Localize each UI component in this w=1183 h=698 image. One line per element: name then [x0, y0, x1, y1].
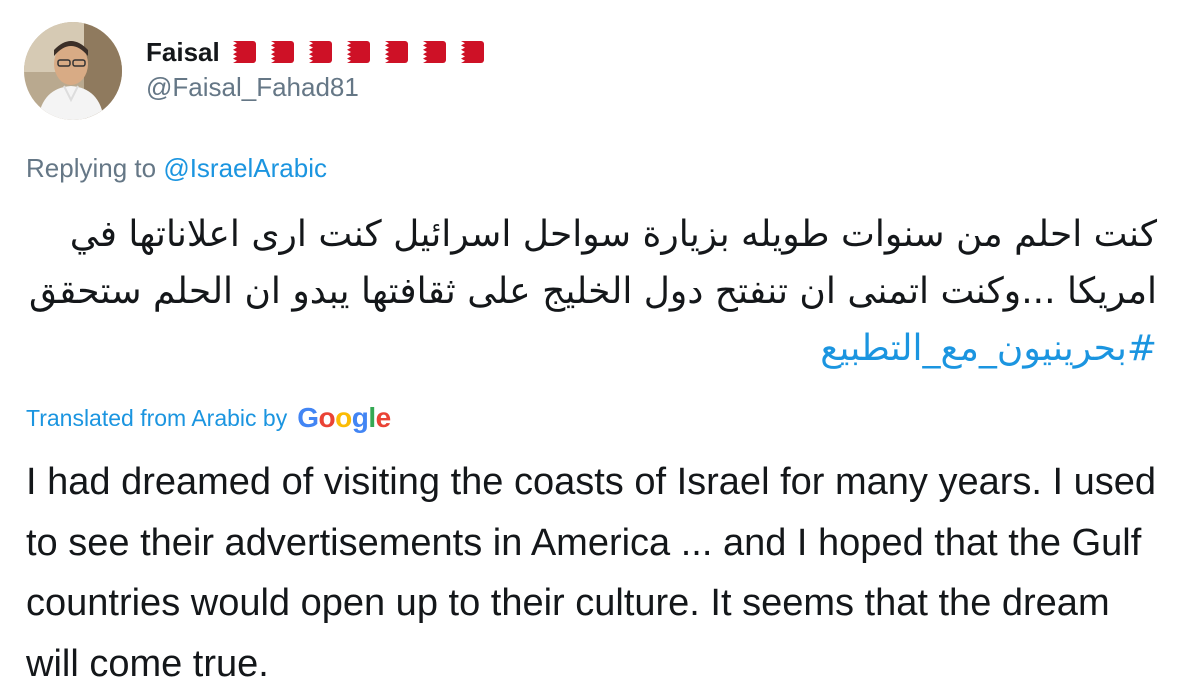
avatar-photo-icon: [24, 22, 122, 120]
avatar[interactable]: [24, 22, 122, 120]
translated-tweet-text: I had dreamed of visiting the coasts of …: [26, 461, 1156, 685]
original-tweet-body: كنت احلم من سنوات طويله بزيارة سواحل اسر…: [29, 214, 1157, 312]
reply-mention-link[interactable]: @IsraelArabic: [163, 153, 327, 183]
replying-to-label: Replying to: [26, 153, 157, 183]
tweet: Faisal @Faisal_Fahad81 Replying to @Isra…: [0, 0, 1183, 698]
google-logo: Google: [297, 402, 391, 433]
bahrain-flag-icon: [413, 41, 446, 63]
bahrain-flag-icon: [223, 41, 256, 63]
bahrain-flag-icon: [451, 41, 484, 63]
original-tweet-text: كنت احلم من سنوات طويله بزيارة سواحل اسر…: [17, 206, 1157, 377]
bahrain-flag-icon: [337, 41, 370, 63]
author-display-name[interactable]: Faisal: [146, 37, 220, 68]
translated-by[interactable]: Translated from Arabic by Google: [26, 402, 391, 434]
bahrain-flag-icon: [261, 41, 294, 63]
hashtag-link[interactable]: #بحرينيون_مع_التطبيع: [820, 328, 1157, 369]
flag-emoji-group: [223, 41, 484, 63]
author-handle[interactable]: @Faisal_Fahad81: [146, 72, 359, 103]
bahrain-flag-icon: [375, 41, 408, 63]
replying-to: Replying to @IsraelArabic: [26, 153, 327, 184]
translated-by-label: Translated from Arabic by: [26, 404, 288, 431]
author-name-row: Faisal: [146, 34, 484, 70]
bahrain-flag-icon: [299, 41, 332, 63]
